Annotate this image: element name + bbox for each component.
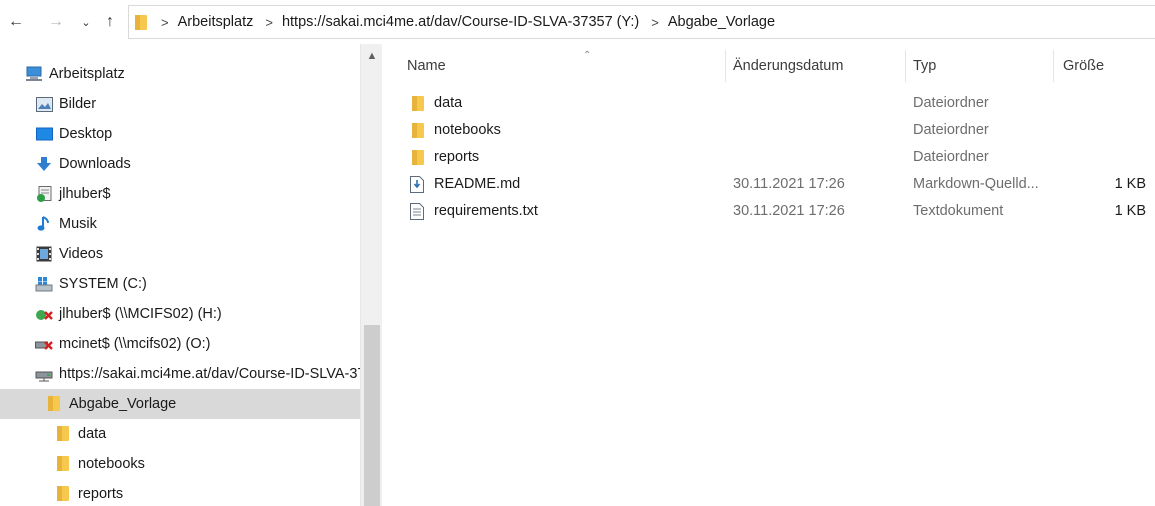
- file-row-data[interactable]: data Dateiordner: [406, 90, 1155, 117]
- file-size: 1 KB: [1114, 203, 1146, 219]
- user-folder-icon: [35, 185, 53, 203]
- file-date: 30.11.2021 17:26: [733, 203, 845, 219]
- breadcrumb-item[interactable]: Abgabe_Vorlage: [668, 14, 775, 30]
- nav-item-reports[interactable]: reports: [0, 479, 360, 506]
- nav-item-label: Desktop: [59, 126, 113, 142]
- file-name: requirements.txt: [434, 203, 538, 219]
- pictures-icon: [35, 95, 53, 113]
- nav-item-downloads[interactable]: Downloads: [0, 149, 360, 179]
- nav-item-label: notebooks: [78, 456, 145, 472]
- column-header-type[interactable]: Typ: [913, 50, 1053, 82]
- column-header-name[interactable]: ⌃ Name: [407, 50, 725, 82]
- folder-icon: [54, 425, 72, 443]
- file-type: Markdown-Quelld...: [913, 176, 1039, 192]
- file-type: Dateiordner: [913, 122, 989, 138]
- recent-locations-chevron-icon[interactable]: ⌄: [76, 12, 96, 32]
- file-list: ⌃ Name Änderungsdatum Typ Größe data Dat…: [382, 44, 1155, 506]
- forward-arrow-icon[interactable]: →: [46, 12, 66, 32]
- nav-item-label: Videos: [59, 246, 104, 262]
- nav-item-system-c[interactable]: SYSTEM (C:): [0, 269, 360, 299]
- nav-item-label: mcinet$ (\\mcifs02) (O:): [59, 336, 211, 352]
- nav-item-musik[interactable]: Musik: [0, 209, 360, 239]
- file-name: data: [434, 95, 463, 111]
- folder-icon: [135, 14, 149, 30]
- nav-item-label: https://sakai.mci4me.at/dav/Course-ID-SL…: [59, 366, 360, 382]
- folder-icon: [54, 485, 72, 503]
- folder-icon: [410, 149, 426, 166]
- file-type: Textdokument: [913, 203, 1004, 219]
- nav-item-desktop[interactable]: Desktop: [0, 119, 360, 149]
- nav-item-label: Arbeitsplatz: [49, 66, 125, 82]
- file-date: 30.11.2021 17:26: [733, 176, 845, 192]
- nav-item-abgabe-vorlage[interactable]: Abgabe_Vorlage: [0, 389, 360, 419]
- scroll-up-arrow-icon[interactable]: ▲: [361, 50, 383, 68]
- breadcrumb-separator-icon[interactable]: >: [651, 15, 659, 30]
- column-divider[interactable]: [905, 50, 906, 82]
- back-arrow-icon[interactable]: ←: [6, 12, 26, 32]
- breadcrumb-separator-icon[interactable]: >: [265, 15, 273, 30]
- file-type: Dateiordner: [913, 149, 989, 165]
- file-name: notebooks: [434, 122, 501, 138]
- network-drive-icon: [35, 365, 53, 383]
- music-icon: [35, 215, 53, 233]
- breadcrumb-item[interactable]: https://sakai.mci4me.at/dav/Course-ID-SL…: [282, 14, 639, 30]
- nav-item-jlhuber-h[interactable]: jlhuber$ (\\MCIFS02) (H:): [0, 299, 360, 329]
- nav-item-label: data: [78, 426, 107, 442]
- nav-item-mcinet-o[interactable]: mcinet$ (\\mcifs02) (O:): [0, 329, 360, 359]
- nav-item-label: Downloads: [59, 156, 131, 172]
- disconnected-network-drive-icon: [35, 335, 53, 353]
- nav-item-bilder[interactable]: Bilder: [0, 89, 360, 119]
- file-row-reports[interactable]: reports Dateiordner: [406, 144, 1155, 171]
- up-arrow-icon[interactable]: ↑: [100, 12, 120, 32]
- videos-icon: [35, 245, 53, 263]
- column-divider[interactable]: [1053, 50, 1054, 82]
- nav-pane-scrollbar[interactable]: ▲: [360, 44, 382, 506]
- folder-icon: [54, 455, 72, 473]
- column-divider[interactable]: [725, 50, 726, 82]
- nav-item-jlhuber[interactable]: jlhuber$: [0, 179, 360, 209]
- nav-item-label: Bilder: [59, 96, 97, 112]
- address-toolbar: ← → ⌄ ↑ > Arbeitsplatz > https://sakai.m…: [0, 0, 1155, 44]
- address-bar[interactable]: > Arbeitsplatz > https://sakai.mci4me.at…: [128, 5, 1155, 39]
- nav-item-notebooks[interactable]: notebooks: [0, 449, 360, 479]
- file-row-readme[interactable]: README.md 30.11.2021 17:26 Markdown-Quel…: [406, 171, 1155, 198]
- computer-icon: [25, 65, 43, 83]
- nav-item-label: SYSTEM (C:): [59, 276, 147, 292]
- nav-item-label: jlhuber$: [59, 186, 111, 202]
- markdown-file-icon: [410, 176, 426, 193]
- nav-item-arbeitsplatz[interactable]: Arbeitsplatz: [0, 59, 360, 89]
- nav-item-label: reports: [78, 486, 124, 502]
- nav-item-data[interactable]: data: [0, 419, 360, 449]
- file-type: Dateiordner: [913, 95, 989, 111]
- file-row-notebooks[interactable]: notebooks Dateiordner: [406, 117, 1155, 144]
- nav-item-videos[interactable]: Videos: [0, 239, 360, 269]
- nav-item-label: Musik: [59, 216, 97, 232]
- sort-ascending-icon: ⌃: [583, 50, 592, 61]
- desktop-icon: [35, 125, 53, 143]
- text-file-icon: [410, 203, 426, 220]
- disconnected-network-drive-icon: [35, 305, 53, 323]
- file-size: 1 KB: [1114, 176, 1146, 192]
- nav-item-label: Abgabe_Vorlage: [69, 396, 177, 412]
- file-row-requirements[interactable]: requirements.txt 30.11.2021 17:26 Textdo…: [406, 198, 1155, 225]
- column-header-date[interactable]: Änderungsdatum: [733, 50, 905, 82]
- breadcrumb-item[interactable]: Arbeitsplatz: [178, 14, 254, 30]
- windows-drive-icon: [35, 275, 53, 293]
- folder-icon: [410, 95, 426, 112]
- nav-item-sakai-y[interactable]: https://sakai.mci4me.at/dav/Course-ID-SL…: [0, 359, 360, 389]
- downloads-icon: [35, 155, 53, 173]
- breadcrumb-separator-icon[interactable]: >: [161, 15, 169, 30]
- column-header-size[interactable]: Größe: [1063, 50, 1155, 82]
- nav-item-label: jlhuber$ (\\MCIFS02) (H:): [59, 306, 222, 322]
- scrollbar-thumb[interactable]: [364, 325, 380, 506]
- file-name: README.md: [434, 176, 521, 192]
- navigation-pane: Arbeitsplatz Bilder Desktop Downloads jl…: [0, 44, 360, 506]
- file-name: reports: [434, 149, 480, 165]
- folder-icon: [410, 122, 426, 139]
- folder-icon: [45, 395, 63, 413]
